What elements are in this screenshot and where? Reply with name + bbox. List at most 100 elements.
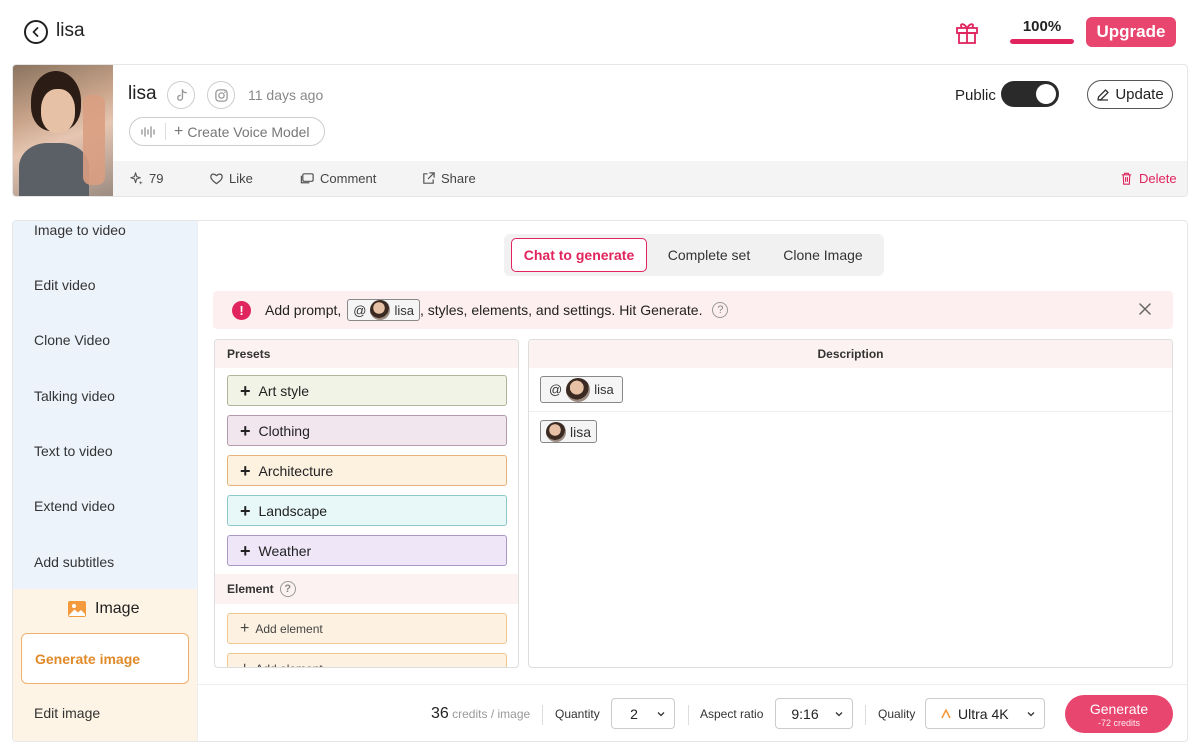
- generate-toolbar: 36 credits / image Quantity 2 Aspect rat…: [198, 684, 1187, 741]
- sparkle-icon: [130, 172, 143, 185]
- progress-bar: [1010, 39, 1074, 44]
- quantity-select[interactable]: 2: [611, 698, 675, 729]
- preset-landscape[interactable]: + Landscape: [227, 495, 507, 526]
- description-panel: Description @ lisa lisa: [528, 339, 1173, 668]
- help-icon[interactable]: ?: [279, 581, 296, 597]
- tiktok-button[interactable]: [167, 81, 195, 109]
- preset-clothing[interactable]: + Clothing: [227, 415, 507, 446]
- update-label: Update: [1115, 86, 1164, 103]
- generate-button[interactable]: Generate -72 credits: [1065, 695, 1173, 733]
- quantity-label: Quantity: [555, 707, 600, 721]
- tab-chat-to-generate[interactable]: Chat to generate: [511, 238, 647, 272]
- sidebar-item-edit-image[interactable]: Edit image: [34, 705, 100, 721]
- chevron-left-icon: [32, 27, 39, 37]
- plus-icon: +: [240, 619, 250, 637]
- plus-icon: +: [240, 500, 251, 521]
- tab-clone-image[interactable]: Clone Image: [770, 238, 876, 272]
- plus-icon: +: [240, 659, 250, 668]
- generator-panel: Image to video Edit video Clone Video Ta…: [12, 220, 1188, 742]
- gift-icon[interactable]: [954, 19, 980, 45]
- credits-per-image: 36 credits / image: [431, 705, 531, 722]
- sidebar-item-generate-image[interactable]: Generate image: [21, 633, 189, 684]
- close-icon[interactable]: [1137, 301, 1153, 317]
- aspect-ratio-select[interactable]: 9:16: [775, 698, 853, 729]
- chevron-down-icon: [835, 711, 843, 716]
- ultra-quality-icon: [941, 708, 951, 718]
- help-icon[interactable]: ?: [712, 302, 729, 318]
- instagram-icon: [214, 88, 228, 102]
- like-button[interactable]: Like: [209, 171, 253, 186]
- sidebar-item-extend-video[interactable]: Extend video: [34, 498, 115, 514]
- progress-text: 100%: [1022, 18, 1062, 35]
- upgrade-button[interactable]: Upgrade: [1086, 17, 1176, 47]
- heart-icon: [210, 173, 223, 185]
- mention-chip[interactable]: @ lisa: [347, 299, 420, 321]
- preset-art-style[interactable]: + Art style: [227, 375, 507, 406]
- profile-name: lisa: [128, 83, 157, 104]
- public-toggle[interactable]: [1001, 81, 1059, 107]
- avatar: [370, 300, 391, 320]
- sidebar-item-image-to-video[interactable]: Image to video: [34, 222, 126, 238]
- aspect-ratio-label: Aspect ratio: [700, 707, 764, 721]
- create-voice-model-button[interactable]: + Create Voice Model: [129, 117, 325, 146]
- divider: [688, 705, 689, 725]
- public-label: Public: [955, 87, 996, 104]
- quality-label: Quality: [878, 707, 916, 721]
- sidebar-item-talking-video[interactable]: Talking video: [34, 388, 115, 404]
- add-element-button[interactable]: +Add element: [227, 613, 507, 644]
- description-title: Description: [529, 340, 1172, 368]
- chevron-down-icon: [1027, 711, 1035, 716]
- sidebar: Image to video Edit video Clone Video Ta…: [13, 221, 197, 741]
- presets-title: Presets: [215, 340, 518, 368]
- share-button[interactable]: Share: [421, 171, 476, 186]
- mode-tabs: Chat to generate Complete set Clone Imag…: [504, 234, 884, 276]
- waveform-icon: [130, 123, 166, 140]
- divider: [542, 705, 543, 725]
- plus-icon: +: [240, 420, 251, 441]
- sparkle-count[interactable]: 79: [129, 171, 163, 186]
- divider: [865, 705, 866, 725]
- app-header: lisa 100% Upgrade: [0, 0, 1200, 64]
- sidebar-item-clone-video[interactable]: Clone Video: [34, 332, 110, 348]
- profile-avatar: [13, 65, 113, 196]
- voice-button-label: Create Voice Model: [187, 123, 310, 140]
- tab-complete-set[interactable]: Complete set: [654, 238, 764, 272]
- info-banner: ! Add prompt, @ lisa , styles, elements,…: [213, 291, 1173, 329]
- comment-icon: [300, 173, 314, 184]
- toggle-knob: [1036, 84, 1056, 104]
- usage-progress: 100%: [1010, 18, 1074, 44]
- trash-icon: [1121, 172, 1132, 185]
- sidebar-item-text-to-video[interactable]: Text to video: [34, 443, 113, 459]
- plus-icon: +: [240, 460, 251, 481]
- update-button[interactable]: Update: [1087, 80, 1173, 109]
- progress-fill: [1010, 39, 1074, 44]
- mention-chip[interactable]: @ lisa: [540, 376, 623, 403]
- preset-architecture[interactable]: + Architecture: [227, 455, 507, 486]
- avatar: [566, 377, 591, 402]
- pencil-icon: [1097, 88, 1109, 101]
- character-chip[interactable]: lisa: [540, 420, 598, 443]
- comment-button[interactable]: Comment: [300, 171, 376, 186]
- add-element-button[interactable]: +Add element: [227, 653, 507, 668]
- instagram-button[interactable]: [207, 81, 235, 109]
- delete-button[interactable]: Delete: [1119, 171, 1177, 186]
- description-mention-row: @ lisa: [529, 368, 1172, 412]
- main-content: Chat to generate Complete set Clone Imag…: [197, 221, 1187, 741]
- chevron-down-icon: [657, 711, 665, 716]
- preset-weather[interactable]: + Weather: [227, 535, 507, 566]
- info-icon: !: [232, 300, 251, 320]
- avatar: [546, 421, 566, 442]
- back-button[interactable]: [24, 20, 48, 44]
- quality-select[interactable]: Ultra 4K: [925, 698, 1045, 729]
- plus-icon: +: [174, 122, 184, 140]
- element-section-title: Element ?: [215, 574, 518, 604]
- sidebar-item-add-subtitles[interactable]: Add subtitles: [34, 554, 114, 570]
- plus-icon: +: [240, 540, 251, 561]
- plus-icon: +: [240, 380, 251, 401]
- profile-action-bar: 79 Like Comment Share Delete: [113, 161, 1187, 196]
- share-icon: [423, 172, 435, 184]
- timestamp: 11 days ago: [248, 87, 324, 103]
- sidebar-item-edit-video[interactable]: Edit video: [34, 277, 95, 293]
- profile-card: lisa 11 days ago + Create Voice Model Pu…: [12, 64, 1188, 197]
- page-title: lisa: [56, 20, 85, 41]
